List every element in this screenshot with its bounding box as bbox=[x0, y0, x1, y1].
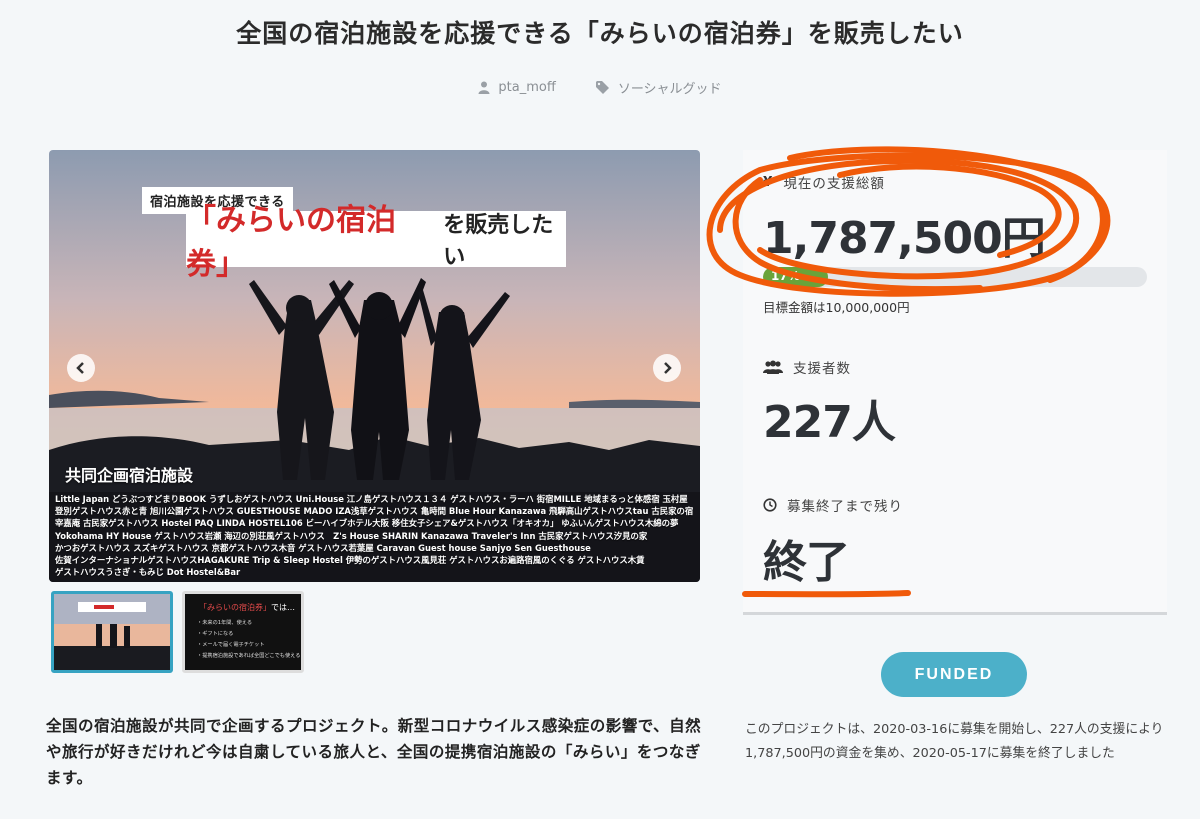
project-description: 全国の宿泊施設が共同で企画するプロジェクト。新型コロナウイルス感染症の影響で、自… bbox=[46, 717, 702, 787]
list-item: ・未来の1年間、使える bbox=[197, 620, 253, 626]
thumbnail-photo bbox=[54, 594, 170, 670]
remaining-label-row: 募集終了まで残り bbox=[763, 495, 903, 515]
author-link[interactable]: pta_moff bbox=[478, 78, 556, 97]
thumbnail-title: 「みらいの宿泊券」では… bbox=[199, 602, 295, 613]
tag-icon bbox=[595, 81, 610, 94]
partners-heading: 共同企画宿泊施設 bbox=[65, 466, 194, 485]
clock-icon bbox=[763, 498, 777, 512]
backers-label-row: 支援者数 bbox=[763, 357, 851, 377]
project-summary: このプロジェクトは、2020-03-16に募集を開始し、227人の支援により1,… bbox=[745, 722, 1164, 761]
partners-line: ゲストハウスうさぎ・もみじ Dot Hostel&Bar bbox=[55, 567, 241, 578]
list-item: ・メールで届く電子チケット bbox=[197, 642, 265, 648]
project-meta: pta_moff ソーシャルグッド bbox=[0, 78, 1200, 97]
user-icon bbox=[478, 81, 490, 94]
total-amount: 1,787,500円 bbox=[763, 213, 1046, 264]
partners-line: 登別ゲストハウス赤と青 旭川公園ゲストハウス GUESTHOUSE MADO I… bbox=[55, 506, 694, 517]
partners-list: Little Japan どうぶつすどまりBOOK うずしおゲストハウス Uni… bbox=[55, 493, 695, 578]
hero-slider[interactable]: 宿泊施設を応援できる 「みらいの宿泊券」 を販売したい 共同企画宿泊施設 Lit… bbox=[49, 150, 700, 582]
hero-tag-big: 「みらいの宿泊券」 を販売したい bbox=[186, 203, 566, 282]
stats-panel: ¥ 現在の支援総額 1,787,500円 17% 目標金額は10,000,000… bbox=[743, 150, 1167, 615]
remaining-label: 募集終了まで残り bbox=[787, 499, 903, 515]
slide-thumbnail-2[interactable]: 「みらいの宿泊券」では… ・未来の1年間、使える ・ギフトになる ・メールで届く… bbox=[182, 591, 304, 673]
category-name: ソーシャルグッド bbox=[617, 82, 722, 97]
partners-line: 佐賀インターナショナルゲストハウスHAGAKURE Trip & Sleep H… bbox=[55, 555, 645, 566]
hero-tag-highlight: 「みらいの宿泊券」 bbox=[186, 203, 396, 282]
backers-label: 支援者数 bbox=[793, 361, 851, 377]
chevron-left-icon bbox=[76, 362, 84, 374]
remaining-value: 終了 bbox=[763, 537, 850, 588]
partners-line: かつおゲストハウス スズキゲストハウス 京都ゲストハウス木音 ゲストハウス若葉屋… bbox=[55, 542, 591, 553]
thumbnail-title-rest: では… bbox=[271, 603, 295, 612]
funded-button[interactable]: FUNDED bbox=[881, 652, 1027, 697]
thumbnail-title-highlight: 「みらいの宿泊券」 bbox=[199, 603, 271, 612]
thumbnail-list: ・未来の1年間、使える ・ギフトになる ・メールで届く電子チケット ・提携宿泊施… bbox=[197, 618, 300, 662]
chevron-right-icon bbox=[664, 362, 672, 374]
goal-amount: 目標金額は10,000,000円 bbox=[763, 300, 910, 315]
hero-tag-rest: を販売したい bbox=[443, 213, 554, 270]
users-icon bbox=[763, 360, 783, 374]
author-name: pta_moff bbox=[498, 80, 556, 95]
progress-percent: 17% bbox=[771, 269, 800, 283]
slide-thumbnail-1[interactable] bbox=[51, 591, 173, 673]
partners-line: Little Japan どうぶつすどまりBOOK うずしおゲストハウス Uni… bbox=[55, 494, 688, 504]
slider-prev-button[interactable] bbox=[67, 354, 95, 382]
total-label-row: ¥ 現在の支援総額 bbox=[763, 172, 885, 192]
backers-count: 227人 bbox=[763, 397, 896, 448]
total-label: 現在の支援総額 bbox=[783, 176, 885, 192]
progress-bar: 17% bbox=[763, 267, 1147, 287]
list-item: ・ギフトになる bbox=[197, 631, 234, 637]
category-link[interactable]: ソーシャルグッド bbox=[595, 78, 722, 97]
partners-line: Yokohama HY House ゲストハウス岩瀬 海辺の別荘風ゲストハウス … bbox=[55, 530, 648, 541]
slider-next-button[interactable] bbox=[653, 354, 681, 382]
partners-line: 宰嘉庵 古民家ゲストハウス Hostel PAQ LINDA HOSTEL106… bbox=[55, 518, 679, 529]
yen-icon: ¥ bbox=[763, 174, 774, 190]
page-title: 全国の宿泊施設を応援できる「みらいの宿泊券」を販売したい bbox=[236, 19, 964, 48]
list-item: ・提携宿泊施設であれば全国どこでも使える bbox=[197, 653, 301, 659]
